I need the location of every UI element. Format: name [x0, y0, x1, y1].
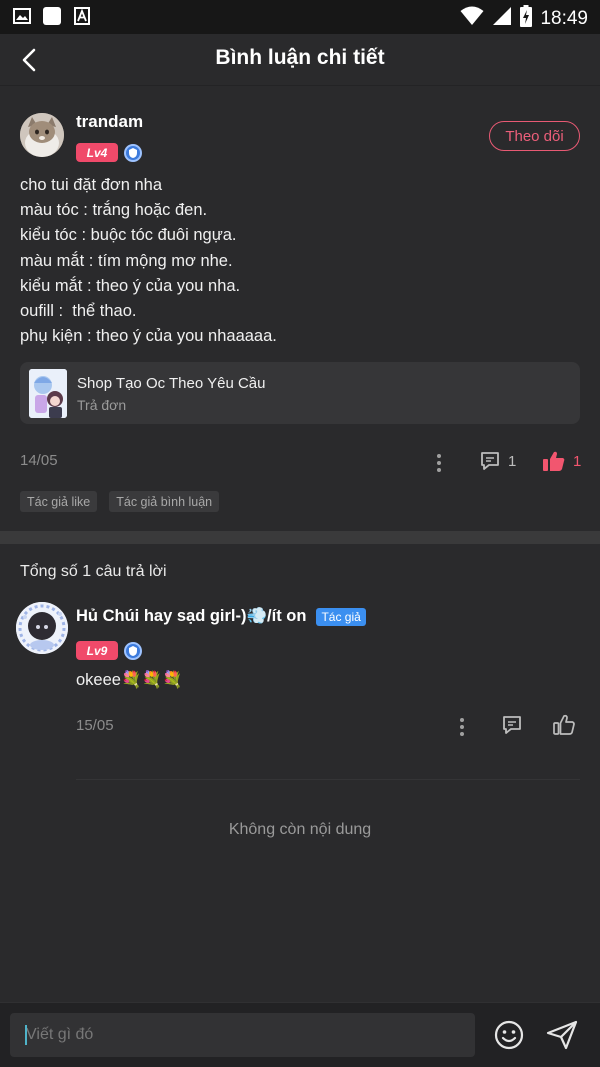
send-button[interactable]: [544, 1018, 580, 1052]
text-caret: [25, 1025, 27, 1045]
reply-count-label: Tổng số 1 câu trả lời: [20, 563, 167, 580]
status-right-icons: 18:49: [460, 5, 588, 32]
tag-author-like: Tác giả like: [20, 491, 98, 512]
shield-icon: [124, 641, 142, 660]
reply-meta: 15/05: [76, 712, 580, 742]
shop-name: Shop Tạo Oc Theo Yêu Cầu: [77, 375, 266, 392]
comment-content: cho tui đặt đơn nha màu tóc : trắng hoặc…: [20, 173, 580, 349]
comment-date: 14/05: [20, 452, 58, 469]
comment-icon: [503, 716, 521, 734]
comment-line: kiểu mắt : theo ý của you nha.: [20, 276, 241, 295]
like-count: 1: [573, 452, 582, 470]
page-title: Bình luận chi tiết: [215, 46, 385, 69]
reply-separator: [76, 779, 580, 780]
reply-like-button[interactable]: [553, 714, 575, 735]
tag-author-comment: Tác giả bình luận: [109, 491, 220, 512]
comment-line: kiểu tóc : buộc tóc đuôi ngựa.: [20, 226, 237, 245]
status-bar: 18:49: [0, 0, 600, 34]
replies-section: Tổng số 1 câu trả lời Hủ Chúi hay sạd gi…: [0, 544, 600, 1002]
like-button[interactable]: 1: [543, 451, 581, 471]
comment-line: cho tui đặt đơn nha: [20, 176, 163, 194]
more-options-button[interactable]: [429, 450, 449, 476]
reply-more-options-button[interactable]: [452, 714, 472, 740]
avatar[interactable]: [20, 113, 64, 157]
end-of-content-label: Không còn nội dung: [228, 821, 372, 838]
comment-count: 1: [508, 452, 517, 470]
emoji-button[interactable]: [492, 1018, 526, 1052]
author-badges: Lv4: [76, 143, 142, 162]
image-icon: [12, 6, 32, 26]
emoji-icon: [494, 1020, 524, 1050]
comment-meta: 14/05 1 1: [20, 450, 581, 480]
reply-date: 15/05: [76, 717, 114, 734]
author-name[interactable]: trandam: [76, 112, 143, 132]
signal-icon: [492, 6, 512, 31]
follow-button[interactable]: Theo dõi: [489, 121, 580, 151]
comment-input[interactable]: [10, 1013, 475, 1057]
tag-list: Tác giả like Tác giả bình luận: [20, 491, 220, 512]
send-icon: [546, 1020, 578, 1050]
comment-icon: [481, 452, 499, 470]
comment-line: màu tóc : trắng hoặc đen.: [20, 201, 208, 220]
font-icon: [72, 6, 92, 26]
level-badge: Lv4: [76, 143, 118, 162]
header: Bình luận chi tiết: [0, 34, 600, 86]
comment-line: phụ kiện : theo ý của you nhaaaaa.: [20, 327, 277, 346]
author-tag: Tác giả: [316, 607, 366, 626]
reply-text: okeee💐💐💐: [76, 671, 183, 689]
shield-icon: [124, 143, 142, 162]
thumbs-up-icon: [543, 451, 565, 471]
wifi-icon: [460, 6, 484, 31]
reply-comment-button[interactable]: [502, 715, 522, 735]
reply-button[interactable]: 1: [480, 451, 516, 471]
thumbs-up-outline-icon: [553, 714, 575, 735]
square-icon: [42, 6, 62, 26]
more-vertical-icon: [460, 718, 464, 736]
level-badge: Lv9: [76, 641, 118, 660]
reply-author-row: Hủ Chúi hay sạd girl-)💨/ít on Tác giả: [76, 607, 366, 626]
comment-line: màu mắt : tím mộng mơ nhe.: [20, 251, 233, 270]
reply-author-name[interactable]: Hủ Chúi hay sạd girl-)💨/ít on: [76, 607, 306, 626]
main-comment: trandam Lv4 Theo dõi cho tui đặt đơn nha…: [0, 86, 600, 531]
battery-charging-icon: [520, 5, 533, 32]
section-divider: [0, 531, 600, 544]
comment-line: oufill : thể thao.: [20, 302, 137, 321]
shop-subtitle: Trả đơn: [77, 397, 127, 413]
status-left-icons: [12, 6, 92, 26]
comment-composer: [0, 1002, 600, 1067]
status-time: 18:49: [540, 7, 588, 29]
reply-avatar[interactable]: [16, 602, 68, 654]
shop-thumbnail: [29, 369, 67, 418]
more-vertical-icon: [437, 454, 441, 472]
reply-author-badges: Lv9: [76, 641, 142, 660]
shop-card[interactable]: Shop Tạo Oc Theo Yêu Cầu Trả đơn: [20, 362, 580, 424]
